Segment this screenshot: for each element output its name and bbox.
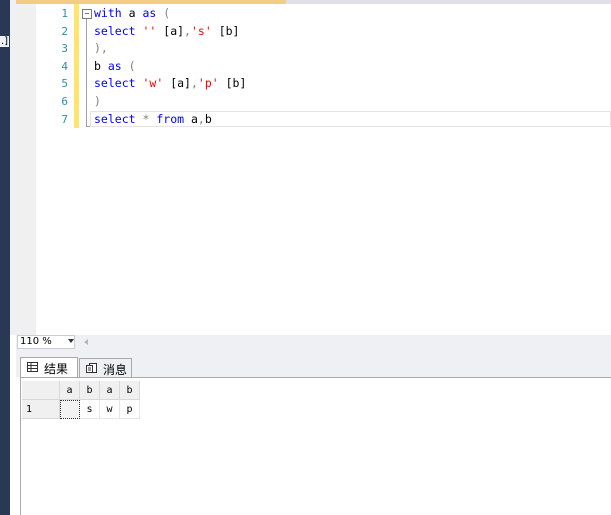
scroll-left-arrow-icon[interactable] <box>84 339 88 345</box>
string-token: 'p' <box>197 76 219 91</box>
identifier-token: a <box>121 6 143 20</box>
code-line[interactable]: ) <box>94 93 101 111</box>
zoom-value: 110 % <box>20 336 52 347</box>
code-line[interactable]: select 'w' [a],'p' [b] <box>94 75 246 93</box>
string-token: '' <box>142 23 157 38</box>
tab-messages-label: 消息 <box>103 363 128 377</box>
grid-corner[interactable] <box>22 381 60 400</box>
chevron-down-icon[interactable] <box>68 339 74 343</box>
keyword-token: select <box>94 111 136 126</box>
grid-icon <box>27 362 38 372</box>
tab-messages[interactable]: 消息 <box>79 358 132 377</box>
operator-token: ( <box>121 58 136 73</box>
tab-results-label: 结果 <box>44 362 69 376</box>
operator-token: , <box>190 76 198 91</box>
line-number: 5 <box>61 77 68 91</box>
column-header[interactable]: a <box>60 381 80 400</box>
column-header[interactable]: b <box>80 381 100 400</box>
keyword-token: as <box>142 6 157 20</box>
operator-token: , <box>184 23 191 38</box>
identifier-token: b <box>94 58 108 73</box>
code-line[interactable]: with a as ( <box>94 5 170 23</box>
identifier-token: [b] <box>211 23 240 38</box>
line-number: 6 <box>61 95 68 108</box>
column-header[interactable]: a <box>100 381 120 400</box>
collapse-region-icon[interactable]: − <box>82 9 92 19</box>
code-line[interactable]: b as ( <box>94 58 136 76</box>
keyword-token: with <box>94 6 122 20</box>
grid-cell-selected[interactable] <box>60 400 80 419</box>
identifier-token: [a] <box>163 76 191 91</box>
left-panel-edge <box>0 0 10 515</box>
identifier-token: [b] <box>218 76 247 91</box>
grid-cell[interactable]: w <box>100 400 120 419</box>
grid-cell[interactable]: p <box>120 400 140 419</box>
line-number: 2 <box>61 24 68 38</box>
operator-token: , <box>197 111 205 126</box>
identifier-token: b <box>204 111 212 126</box>
operator-token: ) <box>94 94 101 108</box>
line-number-gutter: 1 2 3 4 5 6 7 <box>36 4 74 335</box>
zoom-bar <box>16 335 611 350</box>
editor-margin <box>16 4 36 335</box>
fold-guide-line <box>86 19 87 127</box>
keyword-token: select <box>94 76 136 91</box>
line-number: 7 <box>61 112 68 126</box>
keyword-token: from <box>156 111 185 126</box>
operator-token: ), <box>94 41 108 56</box>
string-token: 'w' <box>142 76 164 91</box>
change-tracking-bar <box>74 4 79 128</box>
code-line[interactable]: ), <box>94 40 108 58</box>
code-line[interactable]: select '' [a],'s' [b] <box>94 23 239 41</box>
left-panel-text-fragment: .] <box>0 36 10 47</box>
grid-cell[interactable]: s <box>80 400 100 419</box>
tab-results[interactable]: 结果 <box>20 357 78 377</box>
identifier-token: [a] <box>156 23 185 38</box>
line-number: 1 <box>61 7 68 20</box>
line-number: 3 <box>61 42 68 56</box>
identifier-token: a <box>184 111 198 126</box>
code-line[interactable]: select * from a,b <box>94 111 212 129</box>
operator-token: ( <box>156 6 171 20</box>
row-number[interactable]: 1 <box>22 400 60 419</box>
zoom-dropdown[interactable]: 110 % <box>17 335 75 349</box>
keyword-token: as <box>107 58 122 73</box>
line-number: 4 <box>61 59 68 73</box>
keyword-token: select <box>94 23 136 38</box>
string-token: 's' <box>190 23 212 38</box>
messages-icon <box>86 363 97 373</box>
column-header[interactable]: b <box>120 381 140 400</box>
